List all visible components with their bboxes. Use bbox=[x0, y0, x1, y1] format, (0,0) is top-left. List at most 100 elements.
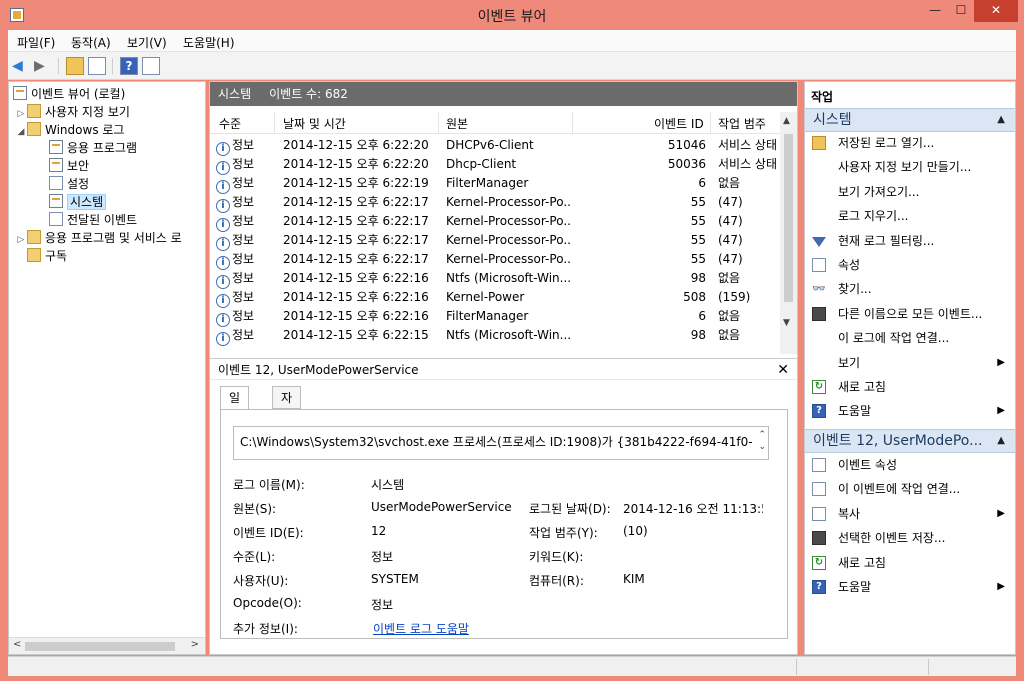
event-row[interactable]: i 정보 2014-12-15 오후 6:22:17 Kernel-Processor… bbox=[210, 250, 780, 270]
action-save-selected-events[interactable]: 선택한 이벤트 저장... bbox=[805, 526, 1015, 550]
event-row[interactable]: i 정보 2014-12-15 오후 6:22:16 Ntfs (Microsoft-… bbox=[210, 269, 780, 289]
tree-item-root[interactable]: 이벤트 뷰어 (로컬) bbox=[13, 85, 125, 103]
tab-details[interactable]: 자세히 bbox=[272, 386, 302, 449]
column-divider[interactable] bbox=[438, 112, 439, 134]
show-hide-tree-icon[interactable] bbox=[88, 57, 106, 75]
event-category: (47) bbox=[718, 214, 743, 228]
info-icon: i bbox=[216, 313, 230, 327]
description-scroll-icon[interactable]: ⌃ ⌄ bbox=[758, 429, 766, 453]
forward-arrow-icon[interactable] bbox=[34, 57, 52, 75]
title-bar: 이벤트 뷰어 — ☐ ✕ bbox=[0, 0, 1024, 30]
action-view[interactable]: 보기 ▶ bbox=[805, 351, 1015, 375]
section-event[interactable]: 이벤트 12, UserModePo... ▲ bbox=[805, 429, 1015, 453]
action-refresh-event[interactable]: ↻ 새로 고침 bbox=[805, 551, 1015, 575]
tree-item-forwarded-events[interactable]: 전달된 이벤트 bbox=[49, 211, 137, 229]
collapse-caret-icon[interactable]: ▲ bbox=[997, 109, 1005, 131]
event-log-help-link[interactable]: 이벤트 로그 도움말 bbox=[373, 620, 469, 637]
menu-bar: 파일(F) 동작(A) 보기(V) 도움말(H) bbox=[8, 30, 1016, 52]
event-id: 6 bbox=[698, 309, 706, 323]
column-task-category[interactable]: 작업 범주 bbox=[718, 115, 766, 132]
event-row[interactable]: i 정보 2014-12-15 오후 6:22:20 Dhcp-Client 50036… bbox=[210, 155, 780, 175]
grid-vertical-scrollbar[interactable]: ▲ ▼ bbox=[780, 112, 797, 354]
column-divider[interactable] bbox=[572, 112, 573, 134]
tree-item-system[interactable]: 시스템 bbox=[49, 193, 107, 211]
tab-general[interactable]: 일반 bbox=[220, 386, 250, 427]
tree-item-security[interactable]: 보안 bbox=[49, 157, 89, 175]
scroll-left-icon[interactable]: < bbox=[13, 639, 21, 650]
action-properties[interactable]: 속성 bbox=[805, 253, 1015, 277]
properties-icon bbox=[812, 458, 826, 472]
event-category: 서비스 상태 bbox=[718, 157, 778, 171]
scrollbar-thumb[interactable] bbox=[25, 642, 175, 651]
tree-horizontal-scrollbar[interactable]: < > bbox=[9, 637, 205, 654]
up-folder-icon[interactable] bbox=[66, 57, 84, 75]
event-row[interactable]: i 정보 2014-12-15 오후 6:22:19 FilterManager 6 없음 bbox=[210, 174, 780, 194]
event-row[interactable]: i 정보 2014-12-15 오후 6:22:15 Ntfs (Microsoft-… bbox=[210, 326, 780, 346]
tree-item-subscriptions[interactable]: 구독 bbox=[27, 247, 67, 265]
event-row[interactable]: i 정보 2014-12-15 오후 6:22:17 Kernel-Processor… bbox=[210, 212, 780, 232]
event-row[interactable]: i 정보 2014-12-15 오후 6:22:20 DHCPv6-Client 510… bbox=[210, 136, 780, 156]
action-help[interactable]: ? 도움말 ▶ bbox=[805, 399, 1015, 423]
toolbar: ? bbox=[8, 52, 1016, 80]
action-event-properties[interactable]: 이벤트 속성 bbox=[805, 453, 1015, 477]
column-datetime[interactable]: 날짜 및 시간 bbox=[283, 115, 346, 132]
action-attach-task[interactable]: 이 로그에 작업 연결... bbox=[805, 326, 1015, 350]
event-row[interactable]: i 정보 2014-12-15 오후 6:22:17 Kernel-Processor… bbox=[210, 193, 780, 213]
action-create-custom-view[interactable]: 사용자 지정 보기 만들기... bbox=[805, 155, 1015, 179]
show-hide-action-pane-icon[interactable] bbox=[142, 57, 160, 75]
event-category: 없음 bbox=[718, 271, 741, 285]
minimize-button[interactable]: — bbox=[922, 0, 948, 22]
column-event-id[interactable]: 이벤트 ID bbox=[654, 115, 704, 132]
back-arrow-icon[interactable] bbox=[12, 57, 30, 75]
action-import-view[interactable]: 보기 가져오기... bbox=[805, 180, 1015, 204]
close-button[interactable]: ✕ bbox=[974, 0, 1018, 22]
menu-file[interactable]: 파일(F) bbox=[17, 34, 55, 51]
event-category: 없음 bbox=[718, 328, 741, 342]
tree-item-custom-views[interactable]: ▷ 사용자 지정 보기 bbox=[15, 103, 130, 121]
menu-view[interactable]: 보기(V) bbox=[127, 34, 167, 51]
action-label: 이벤트 속성 bbox=[838, 458, 898, 472]
event-source: Dhcp-Client bbox=[446, 157, 517, 171]
menu-action[interactable]: 동작(A) bbox=[71, 34, 111, 51]
action-filter-current-log[interactable]: 현재 로그 필터링... bbox=[805, 229, 1015, 253]
properties-icon bbox=[812, 258, 826, 272]
maximize-button[interactable]: ☐ bbox=[948, 0, 974, 22]
tree-item-app-services[interactable]: ▷ 응용 프로그램 및 서비스 로 bbox=[15, 229, 182, 247]
collapse-caret-icon[interactable]: ▲ bbox=[997, 430, 1005, 452]
collapse-arrow-icon[interactable]: ◢ bbox=[15, 123, 27, 141]
close-detail-icon[interactable]: ✕ bbox=[777, 359, 789, 381]
event-level: i 정보 bbox=[216, 307, 254, 327]
column-divider[interactable] bbox=[710, 112, 711, 134]
action-find[interactable]: 👓 찾기... bbox=[805, 277, 1015, 301]
action-clear-log[interactable]: 로그 지우기... bbox=[805, 204, 1015, 228]
scroll-right-icon[interactable]: > bbox=[191, 639, 199, 650]
section-system[interactable]: 시스템 ▲ bbox=[805, 108, 1015, 132]
menu-help[interactable]: 도움말(H) bbox=[183, 34, 235, 51]
expand-arrow-icon[interactable]: ▷ bbox=[15, 231, 27, 249]
event-row[interactable]: i 정보 2014-12-15 오후 6:22:16 Kernel-Power 508 (… bbox=[210, 288, 780, 308]
event-level: i 정보 bbox=[216, 193, 254, 213]
scrollbar-thumb[interactable] bbox=[784, 134, 793, 302]
tree-item-windows-logs[interactable]: ◢ Windows 로그 bbox=[15, 121, 124, 139]
action-label: 이 로그에 작업 연결... bbox=[838, 331, 950, 346]
help-icon[interactable]: ? bbox=[120, 57, 138, 75]
action-save-all-events[interactable]: 다른 이름으로 모든 이벤트... bbox=[805, 302, 1015, 326]
event-description[interactable]: C:\Windows\System32\svchost.exe 프로세스(프로세… bbox=[233, 426, 769, 460]
tree-item-application[interactable]: 응용 프로그램 bbox=[49, 139, 137, 157]
tree-item-setup[interactable]: 설정 bbox=[49, 175, 89, 193]
action-copy[interactable]: 복사 ▶ bbox=[805, 502, 1015, 526]
action-label: 찾기... bbox=[838, 282, 872, 297]
column-divider[interactable] bbox=[274, 112, 275, 134]
action-help-event[interactable]: ? 도움말 ▶ bbox=[805, 575, 1015, 599]
event-id: 98 bbox=[690, 328, 706, 342]
action-refresh[interactable]: ↻ 새로 고침 bbox=[805, 375, 1015, 399]
event-row[interactable]: i 정보 2014-12-15 오후 6:22:16 FilterManager 6 없음 bbox=[210, 307, 780, 327]
scroll-down-icon[interactable]: ▼ bbox=[783, 318, 790, 328]
column-source[interactable]: 원본 bbox=[446, 115, 468, 132]
action-attach-task-event[interactable]: 이 이벤트에 작업 연결... bbox=[805, 477, 1015, 501]
action-open-saved-log[interactable]: 저장된 로그 열기... bbox=[805, 131, 1015, 155]
event-level-text: 정보 bbox=[232, 176, 255, 190]
event-row[interactable]: i 정보 2014-12-15 오후 6:22:17 Kernel-Processor… bbox=[210, 231, 780, 251]
scroll-up-icon[interactable]: ▲ bbox=[783, 116, 790, 126]
column-level[interactable]: 수준 bbox=[219, 115, 241, 132]
